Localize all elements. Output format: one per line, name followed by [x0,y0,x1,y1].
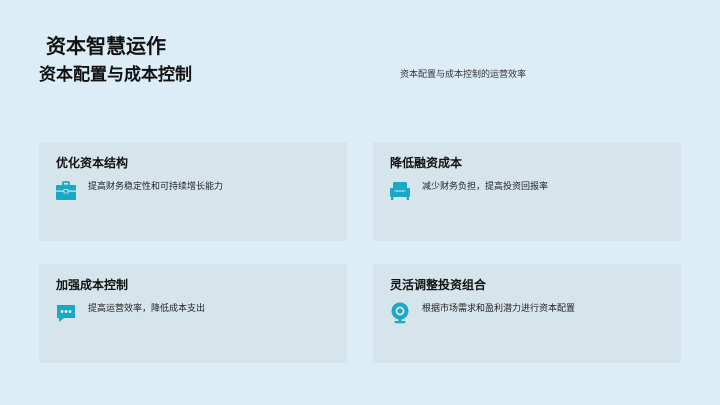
card-title: 加强成本控制 [56,278,129,292]
card-strengthen-cost-control: 加强成本控制 提高运营效率，降低成本支出 [39,264,347,363]
card-description: 提高财务稳定性和可持续增长能力 [88,182,224,192]
card-reduce-financing-cost: 降低融资成本 减少财务负担，提高投资回报率 [373,142,681,241]
card-adjust-portfolio: 灵活调整投资组合 根据市场需求和盈利潜力进行资本配置 [373,264,681,363]
card-title: 灵活调整投资组合 [390,278,487,292]
briefcase-icon [55,180,77,202]
card-title: 降低融资成本 [390,156,463,170]
card-description: 根据市场需求和盈利潜力进行资本配置 [422,304,576,314]
card-optimize-capital-structure: 优化资本结构 提高财务稳定性和可持续增长能力 [39,142,347,241]
card-description: 减少财务负担，提高投资回报率 [422,182,549,192]
card-description: 提高运营效率，降低成本支出 [88,304,206,314]
webcam-icon [389,302,411,324]
slide-title: 资本配置与成本控制 [39,65,192,85]
slide-subtitle: 资本配置与成本控制的运营效率 [400,70,527,80]
card-title: 优化资本结构 [56,156,129,170]
chat-bubble-icon [55,302,77,324]
armchair-icon [389,180,411,202]
deck-title: 资本智慧运作 [46,34,166,58]
